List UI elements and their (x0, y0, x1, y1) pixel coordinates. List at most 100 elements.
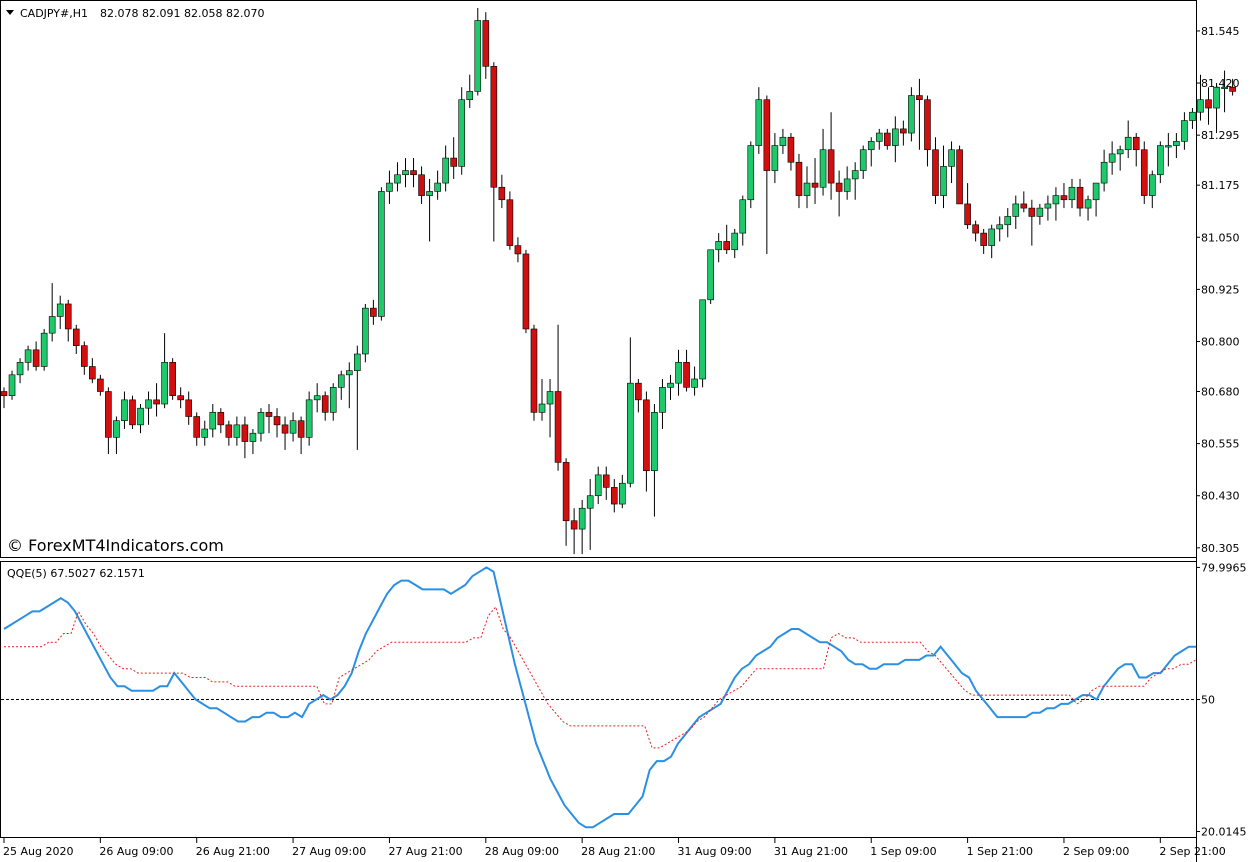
candle (731, 228, 739, 259)
bull-candle-body (1044, 203, 1052, 209)
candle (64, 299, 72, 342)
bear-candle-body (610, 487, 618, 505)
candle (153, 383, 160, 417)
bear-candle-body (177, 395, 184, 401)
qqe-main-line (3, 566, 1196, 829)
bull-candle-body (378, 191, 385, 317)
bull-candle-body (859, 149, 867, 171)
bear-candle-body (811, 182, 819, 188)
bull-candle-body (667, 382, 674, 388)
candle (217, 408, 225, 434)
qqe-tick-label: 79.9965 (1201, 561, 1247, 574)
bear-candle-body (129, 399, 136, 426)
candle (193, 412, 201, 446)
bear-candle-body (1140, 149, 1148, 196)
price-tick-label: 81.175 (1201, 179, 1240, 192)
candle (378, 187, 385, 321)
time-tick-label: 26 Aug 09:00 (99, 845, 173, 858)
candle (305, 391, 313, 446)
candle (1100, 149, 1108, 192)
time-tick-label: 28 Aug 21:00 (581, 845, 655, 858)
candle (257, 408, 265, 442)
bull-candle-body (908, 95, 915, 134)
price-tick-label: 80.680 (1201, 386, 1240, 399)
bull-candle-body (1052, 195, 1060, 205)
bull-candle-body (313, 395, 321, 401)
bull-candle-body (819, 149, 827, 188)
candle (1116, 145, 1124, 171)
bull-candle-body (803, 182, 811, 196)
bear-candle-body (1076, 186, 1084, 209)
bull-candle-body (1084, 199, 1092, 209)
candle (1213, 83, 1220, 134)
time-tick-label: 2 Sep 21:00 (1159, 845, 1225, 858)
bear-candle-body (1020, 203, 1028, 209)
candle (755, 87, 763, 154)
bear-candle-body (498, 186, 506, 201)
chart-canvas: CADJPY#,H1 82.078 82.091 82.058 82.070 Q… (0, 0, 1247, 862)
candle (707, 249, 714, 304)
candle (442, 145, 449, 192)
candle (771, 133, 779, 184)
candle (948, 141, 955, 184)
candle (1076, 178, 1084, 217)
dropdown-triangle-icon[interactable] (6, 10, 14, 15)
bull-candle-body (996, 224, 1004, 230)
bull-candle-body (779, 136, 787, 146)
bull-candle-body (707, 249, 714, 301)
bull-candle-body (305, 399, 313, 438)
candle (843, 166, 851, 200)
price-tick-label: 80.925 (1201, 283, 1240, 296)
candle (233, 416, 241, 446)
bear-candle-body (225, 424, 233, 438)
candle (1092, 182, 1100, 217)
candle (426, 178, 433, 242)
candle (121, 391, 128, 430)
ohlc-readout: 82.078 82.091 82.058 82.070 (100, 7, 264, 20)
bear-candle-body (980, 232, 987, 246)
candle (105, 387, 112, 455)
bear-candle-body (635, 382, 642, 401)
bear-candle-body (265, 412, 273, 417)
qqe-tick-label: 50 (1201, 694, 1215, 707)
candle (715, 233, 722, 263)
price-tick-label: 81.545 (1201, 25, 1240, 38)
bear-candle-body (835, 182, 843, 192)
bear-candle-body (169, 362, 176, 396)
candle (474, 8, 482, 96)
candle (249, 429, 257, 455)
candle (169, 358, 176, 400)
bull-candle-body (1181, 120, 1188, 142)
candle (209, 404, 217, 438)
bull-candle-body (257, 412, 265, 434)
candle (345, 362, 353, 409)
bear-candle-body (1060, 195, 1068, 201)
candle (1060, 183, 1068, 209)
candle (996, 216, 1004, 242)
bull-candle-body (988, 228, 995, 246)
bear-candle-body (916, 95, 923, 101)
bear-candle-body (32, 349, 40, 367)
candle (185, 391, 192, 425)
bull-candle-body (434, 182, 441, 192)
candle (875, 128, 883, 150)
bull-candle-body (1092, 182, 1100, 201)
candle (691, 366, 698, 396)
candle (940, 145, 947, 209)
candle (892, 116, 899, 163)
bull-candle-body (8, 374, 16, 396)
candle (667, 374, 674, 400)
bull-candle-body (466, 91, 474, 101)
bear-candle-body (506, 199, 514, 246)
bear-candle-body (964, 203, 971, 226)
time-tick-label: 31 Aug 21:00 (774, 845, 848, 858)
bear-candle-body (570, 520, 578, 530)
bull-candle-body (538, 403, 546, 413)
candle (651, 404, 658, 517)
bull-candle-body (948, 149, 955, 167)
candle (265, 404, 273, 434)
candle (16, 358, 24, 384)
time-tick-label: 27 Aug 21:00 (388, 845, 462, 858)
candle (1004, 208, 1012, 238)
bull-candle-body (892, 128, 899, 146)
